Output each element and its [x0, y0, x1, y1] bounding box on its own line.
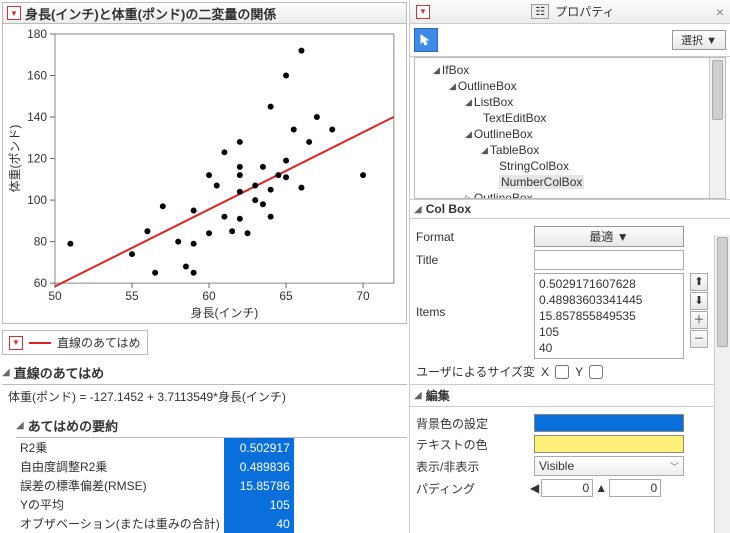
edit-heading: 編集 [426, 387, 450, 404]
scatter-chart[interactable]: 50 55 60 65 70 60 80 100 120 140 160 180 身長(インチ) 体重(ポ… [2, 24, 407, 324]
select-button[interactable]: 選択 ▼ [672, 30, 726, 50]
close-icon[interactable]: × [716, 4, 724, 20]
chevron-down-icon: ◢ [16, 420, 24, 431]
item-remove-button[interactable]: － [690, 330, 708, 348]
stat-value: 105 [224, 495, 294, 514]
inspect-button[interactable] [414, 28, 438, 52]
tree-node[interactable]: ◢IfBox [417, 62, 723, 78]
properties-title: プロパティ [555, 3, 614, 20]
edit-header[interactable]: ◢ 編集 [410, 384, 730, 407]
textcolor-swatch[interactable] [534, 435, 684, 453]
stat-label: R2乗 [16, 438, 224, 457]
svg-text:180: 180 [27, 27, 47, 41]
items-label: Items [416, 273, 528, 319]
usersize-y-checkbox[interactable] [589, 365, 603, 379]
arrow-left-icon: ◀ [530, 481, 539, 495]
tree-node[interactable]: TextEditBox [417, 110, 723, 126]
chevron-down-icon: ◢ [414, 390, 422, 401]
chevron-down-icon: ◢ [414, 204, 422, 215]
scrollbar[interactable] [714, 235, 730, 533]
displaybox-tree[interactable]: ◢IfBox◢OutlineBox◢ListBoxTextEditBox◢Out… [414, 57, 726, 199]
stat-label: 自由度調整R2乗 [16, 457, 224, 476]
bgcolor-label: 背景色の設定 [416, 415, 528, 432]
svg-text:50: 50 [48, 289, 62, 303]
legend-fit-line[interactable]: 直線のあてはめ [2, 330, 148, 355]
chart-title: 身長(インチ)と体重(ポンド)の二変量の関係 [25, 4, 276, 23]
tree-node[interactable]: NumberColBox [417, 174, 723, 190]
fit-equation: 体重(ポンド) = -127.1452 + 3.7113549*身長(インチ) [2, 385, 407, 408]
arrow-up-icon: ▲ [595, 481, 607, 495]
usersize-label: ユーザによるサイズ変 [416, 363, 535, 380]
tree-node[interactable]: ◢OutlineBox [417, 78, 723, 94]
properties-titlebar: ☷ プロパティ × [410, 0, 730, 24]
stat-label: オブザベーション(または重みの合計) [16, 514, 224, 533]
disclose-icon[interactable] [7, 6, 21, 20]
visibility-select[interactable]: Visible﹀ [534, 456, 684, 476]
tree-node[interactable]: StringColBox [417, 158, 723, 174]
title-label: Title [416, 253, 528, 267]
list-item[interactable]: 40 [539, 340, 679, 356]
items-list[interactable]: 0.50291716076280.4898360334144515.857855… [534, 273, 684, 359]
svg-text:55: 55 [125, 289, 139, 303]
legend-swatch [29, 342, 51, 344]
svg-text:65: 65 [279, 289, 293, 303]
tree-node[interactable]: ▷OutlineBox [417, 190, 723, 199]
item-add-button[interactable]: ＋ [690, 311, 708, 329]
svg-text:80: 80 [34, 235, 48, 249]
section-fit-header[interactable]: ◢ 直線のあてはめ [2, 361, 407, 385]
legend-label: 直線のあてはめ [57, 334, 141, 351]
tree-node[interactable]: ◢TableBox [417, 142, 723, 158]
summary-table: R2乗0.502917自由度調整R2乗0.489836誤差の標準偏差(RMSE)… [16, 438, 294, 533]
format-button[interactable]: 最適 ▼ [534, 226, 684, 247]
section-summary-header[interactable]: ◢ あてはめの要約 [16, 414, 407, 438]
pad-top-input[interactable] [609, 479, 661, 497]
chevron-down-icon: ◢ [2, 367, 10, 378]
colbox-heading: Col Box [426, 202, 471, 216]
svg-text:70: 70 [356, 289, 370, 303]
list-item[interactable]: 105 [539, 324, 679, 340]
pad-left-input[interactable] [541, 479, 593, 497]
list-item[interactable]: 15.857855849535 [539, 308, 679, 324]
left-titlebar: 身長(インチ)と体重(ポンド)の二変量の関係 [2, 2, 407, 24]
title-input[interactable] [534, 250, 684, 270]
tree-node[interactable]: ◢OutlineBox [417, 126, 723, 142]
disclose-icon[interactable] [9, 336, 23, 350]
disclose-icon[interactable] [416, 5, 430, 19]
section-summary-title: あてはめの要約 [28, 416, 118, 435]
format-label: Format [416, 230, 528, 244]
svg-text:140: 140 [27, 110, 47, 124]
y-label: Y [575, 365, 583, 379]
colbox-header[interactable]: ◢ Col Box [410, 199, 730, 219]
stat-value: 0.502917 [224, 438, 294, 457]
visibility-label: 表示/非表示 [416, 458, 528, 475]
properties-toolbar: 選択 ▼ [410, 24, 730, 57]
usersize-x-checkbox[interactable] [555, 365, 569, 379]
svg-text:体重(ポンド): 体重(ポンド) [8, 125, 22, 193]
stat-value: 40 [224, 514, 294, 533]
svg-text:60: 60 [34, 276, 48, 290]
tree-node[interactable]: ◢ListBox [417, 94, 723, 110]
section-fit-title: 直線のあてはめ [14, 363, 104, 382]
bgcolor-swatch[interactable] [534, 414, 684, 432]
list-item[interactable]: 0.48983603341445 [539, 292, 679, 308]
svg-text:60: 60 [202, 289, 216, 303]
list-item[interactable]: 0.5029171607628 [539, 276, 679, 292]
svg-text:100: 100 [27, 193, 47, 207]
stat-value: 0.489836 [224, 457, 294, 476]
svg-text:120: 120 [27, 152, 47, 166]
x-label: X [541, 365, 549, 379]
padding-label: パディング [416, 480, 528, 497]
textcolor-label: テキストの色 [416, 436, 528, 453]
svg-text:身長(インチ): 身長(インチ) [191, 305, 259, 320]
stat-value: 15.85786 [224, 476, 294, 495]
stat-label: 誤差の標準偏差(RMSE) [16, 476, 224, 495]
item-down-button[interactable]: ⬇ [690, 292, 708, 310]
svg-text:160: 160 [27, 68, 47, 82]
properties-icon: ☷ [531, 4, 549, 19]
stat-label: Yの平均 [16, 495, 224, 514]
scrollbar[interactable] [709, 58, 725, 198]
item-up-button[interactable]: ⬆ [690, 273, 708, 291]
